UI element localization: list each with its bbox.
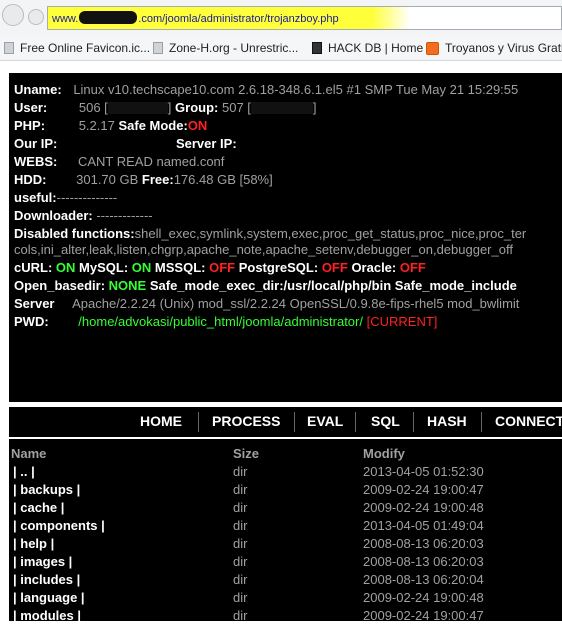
folder-link[interactable]: | .. | (13, 464, 35, 479)
table-row: | .. | dir 2013-04-05 01:52:30 (9, 464, 562, 482)
bookmark-hack-db[interactable]: HACK DB | Home (312, 41, 423, 55)
file-modified: 2009-02-24 19:00:48 (363, 500, 484, 515)
file-size: dir (233, 608, 248, 623)
table-row: | help | dir 2008-08-13 06:20:03 (9, 536, 562, 554)
table-row: | modules | dir 2009-02-24 19:00:47 (9, 608, 562, 626)
open-basedir-row: Open_basedir: NONE Safe_mode_exec_dir:/u… (14, 278, 517, 293)
menu-process[interactable]: PROCESS (212, 413, 280, 429)
php-row: PHP: 5.2.17 Safe Mode:ON (14, 118, 208, 133)
bookmark-zone-h[interactable]: Zone-H.org - Unrestric... (153, 41, 298, 55)
folder-link[interactable]: | language | (13, 590, 85, 605)
pwd-path-link[interactable]: /home/advokasi/public_html/joomla/admini… (78, 314, 363, 329)
file-modified: 2013-04-05 01:49:04 (363, 518, 484, 533)
folder-link[interactable]: | help | (13, 536, 54, 551)
current-dir-link[interactable]: [CURRENT] (367, 314, 438, 329)
menu-divider (294, 412, 295, 432)
file-size: dir (233, 554, 248, 569)
col-size[interactable]: Size (233, 446, 259, 461)
file-modified: 2009-02-24 19:00:47 (363, 608, 484, 623)
disabled-functions-row: Disabled functions:shell_exec,symlink,sy… (14, 226, 527, 241)
table-row: | images | dir 2008-08-13 06:20:03 (9, 554, 562, 572)
table-row: | includes | dir 2008-08-13 06:20:04 (9, 572, 562, 590)
file-size: dir (233, 572, 248, 587)
disabled-functions-cont: cols,ini_alter,leak,listen,chgrp,apache_… (14, 242, 513, 257)
url-text: www. .com/joomla/administrator/trojanzboy… (52, 11, 339, 25)
bookmarks-bar: Free Online Favicon.ic... Zone-H.org - U… (0, 36, 562, 61)
file-list: Name Size Modify | .. | dir 2013-04-05 01:… (9, 439, 562, 623)
redacted-group (250, 102, 313, 114)
redacted-user (107, 102, 168, 114)
shell-menu: HOME PROCESS EVAL SQL HASH CONNECT (9, 405, 562, 437)
forward-button[interactable] (28, 9, 44, 25)
bookmark-label: Troyanos y Virus Gratis (445, 41, 562, 55)
url-input[interactable]: www. .com/joomla/administrator/trojanzboy… (47, 6, 562, 30)
file-modified: 2013-04-05 01:52:30 (363, 464, 484, 479)
menu-home[interactable]: HOME (140, 413, 182, 429)
table-row: | cache | dir 2009-02-24 19:00:48 (9, 500, 562, 518)
menu-divider (481, 412, 482, 432)
menu-divider (198, 412, 199, 432)
uname-row: Uname: Linux v10.techscape10.com 2.6.18-… (14, 82, 519, 97)
table-row: | components | dir 2013-04-05 01:49:04 (9, 518, 562, 536)
server-row: Server Apache/2.2.24 (Unix) mod_ssl/2.2.… (14, 296, 520, 311)
server-info-panel: Uname: Linux v10.techscape10.com 2.6.18-… (6, 73, 562, 402)
useful-row: useful:-------------- (14, 190, 118, 205)
redacted-domain (79, 11, 138, 24)
folder-link[interactable]: | includes | (13, 572, 80, 587)
file-size: dir (233, 518, 248, 533)
file-size: dir (233, 590, 248, 605)
downloader-row: Downloader: ------------- (14, 208, 153, 223)
bookmark-label: Zone-H.org - Unrestric... (169, 41, 299, 55)
ip-row: Our IP: Server IP: (14, 136, 237, 151)
webs-row: WEBS: CANT READ named.conf (14, 154, 225, 169)
file-size: dir (233, 482, 248, 497)
blogger-icon (426, 41, 439, 55)
file-size: dir (233, 500, 248, 515)
col-name[interactable]: Name (11, 446, 46, 461)
menu-eval[interactable]: EVAL (307, 413, 343, 429)
menu-divider (355, 412, 356, 432)
hackdb-icon (312, 42, 322, 54)
zone-h-icon (153, 42, 163, 54)
file-modified: 2009-02-24 19:00:48 (363, 590, 484, 605)
user-row: User: 506 [] Group: 507 [] (14, 100, 317, 115)
menu-sql[interactable]: SQL (371, 413, 400, 429)
folder-link[interactable]: | backups | (13, 482, 80, 497)
url-highlight-fade (372, 7, 410, 29)
menu-connect[interactable]: CONNECT (495, 413, 562, 429)
file-size: dir (233, 536, 248, 551)
folder-link[interactable]: | images | (13, 554, 72, 569)
folder-link[interactable]: | cache | (13, 500, 64, 515)
address-bar-area: www. .com/joomla/administrator/trojanzboy… (0, 0, 562, 36)
hdd-row: HDD: 301.70 GB Free:176.48 GB [58%] (14, 172, 273, 187)
folder-link[interactable]: | components | (13, 518, 105, 533)
file-modified: 2008-08-13 06:20:03 (363, 536, 484, 551)
page-icon (4, 42, 14, 54)
folder-link[interactable]: | modules | (13, 608, 81, 623)
bookmark-label: Free Online Favicon.ic... (20, 41, 151, 55)
back-button[interactable] (2, 4, 24, 26)
db-support-row: cURL: ON MySQL: ON MSSQL: OFF PostgreSQL… (14, 260, 426, 275)
table-row: | language | dir 2009-02-24 19:00:48 (9, 590, 562, 608)
file-modified: 2009-02-24 19:00:47 (363, 482, 484, 497)
webshell-page: Uname: Linux v10.techscape10.com 2.6.18-… (0, 66, 562, 623)
menu-divider (413, 412, 414, 432)
file-modified: 2008-08-13 06:20:03 (363, 554, 484, 569)
table-row: | backups | dir 2009-02-24 19:00:47 (9, 482, 562, 500)
bookmark-label: HACK DB | Home (328, 41, 424, 55)
col-modify[interactable]: Modify (363, 446, 405, 461)
menu-hash[interactable]: HASH (427, 413, 467, 429)
pwd-row: PWD: /home/advokasi/public_html/joomla/a… (14, 314, 438, 329)
bookmark-favicon[interactable]: Free Online Favicon.ic... (4, 41, 150, 55)
bookmark-troyanos[interactable]: Troyanos y Virus Gratis (426, 41, 562, 55)
file-modified: 2008-08-13 06:20:04 (363, 572, 484, 587)
file-size: dir (233, 464, 248, 479)
